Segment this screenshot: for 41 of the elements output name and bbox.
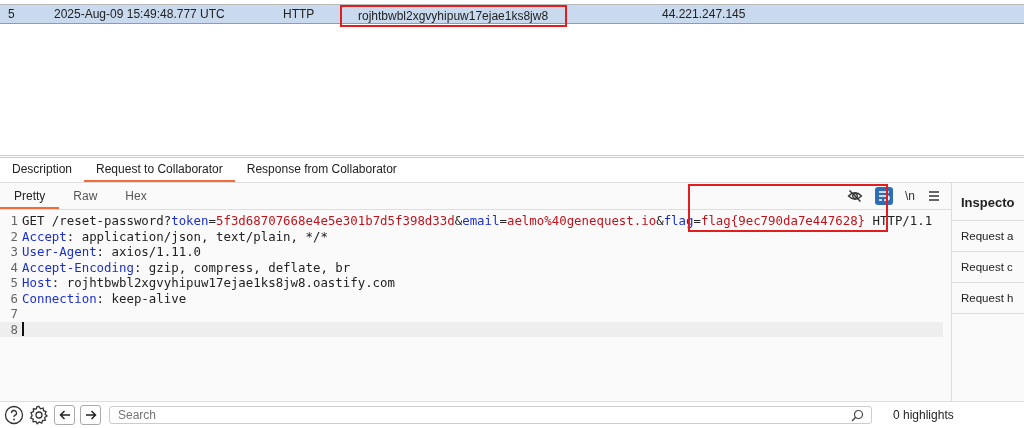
back-button[interactable] (54, 405, 75, 425)
code-line: Connection: keep-alive (22, 290, 187, 306)
settings-icon[interactable] (29, 405, 49, 425)
inspector-item[interactable]: Request h (952, 283, 1024, 314)
table-cell-text: 5 (7, 7, 16, 21)
eye-slash-icon[interactable] (847, 188, 863, 204)
table-cell-text: HTTP (283, 7, 316, 21)
code-line: Host: rojhtbwbl2xgvyhipuw17ejae1ks8jw8.oastify.com (22, 275, 395, 291)
highlight-count: 0 highlights (893, 408, 954, 422)
code-line: Accept-Encoding: gzip, compress, deflate, br (22, 259, 351, 275)
table-row[interactable]: 5 2025-Aug-09 15:49:48.777 UTC HTTP rojhtbwbl2xgvyhipuw17ejae1ks8jw8 44.221.247.145 (0, 5, 1024, 24)
line-number: 1 (9, 213, 19, 229)
line-number: 3 (9, 244, 19, 260)
help-icon[interactable] (4, 405, 24, 425)
table-cell: 44.221.247.145 (662, 7, 746, 21)
menu-icon[interactable] (927, 189, 941, 203)
panel-title: Inspecto (952, 183, 1024, 221)
search-icon (851, 408, 864, 422)
code-line: Accept: application/json, text/plain, */* (22, 228, 328, 244)
line-number: 6 (9, 290, 19, 306)
inspector-item[interactable]: Request c (952, 252, 1024, 283)
view-tab[interactable]: Pretty (0, 185, 60, 209)
right-arrow-icon (84, 409, 97, 421)
line-number: 7 (9, 306, 19, 322)
table-cell: rojhtbwbl2xgvyhipuw17ejae1ks8jw8 (358, 9, 549, 23)
inspector-item[interactable]: Request a (952, 221, 1024, 252)
forward-button[interactable] (80, 405, 101, 425)
view-tab[interactable]: Hex (111, 185, 161, 209)
line-number: 5 (9, 275, 19, 291)
line-number: 4 (9, 259, 19, 275)
line-number: 8 (9, 321, 19, 337)
view-tab[interactable]: Raw (59, 185, 112, 209)
table-cell-text: 2025-Aug-09 15:49:48.777 UTC (54, 7, 226, 21)
search-field[interactable]: Search (109, 406, 872, 424)
newline-toggle[interactable]: \n (905, 189, 915, 203)
text-cursor (22, 322, 24, 337)
left-arrow-icon (58, 409, 71, 421)
code-line: User-Agent: axios/1.11.0 (22, 244, 202, 260)
line-number: 2 (9, 228, 19, 244)
tab[interactable]: Response from Collaborator (234, 158, 409, 182)
tab[interactable]: Description (0, 158, 85, 182)
